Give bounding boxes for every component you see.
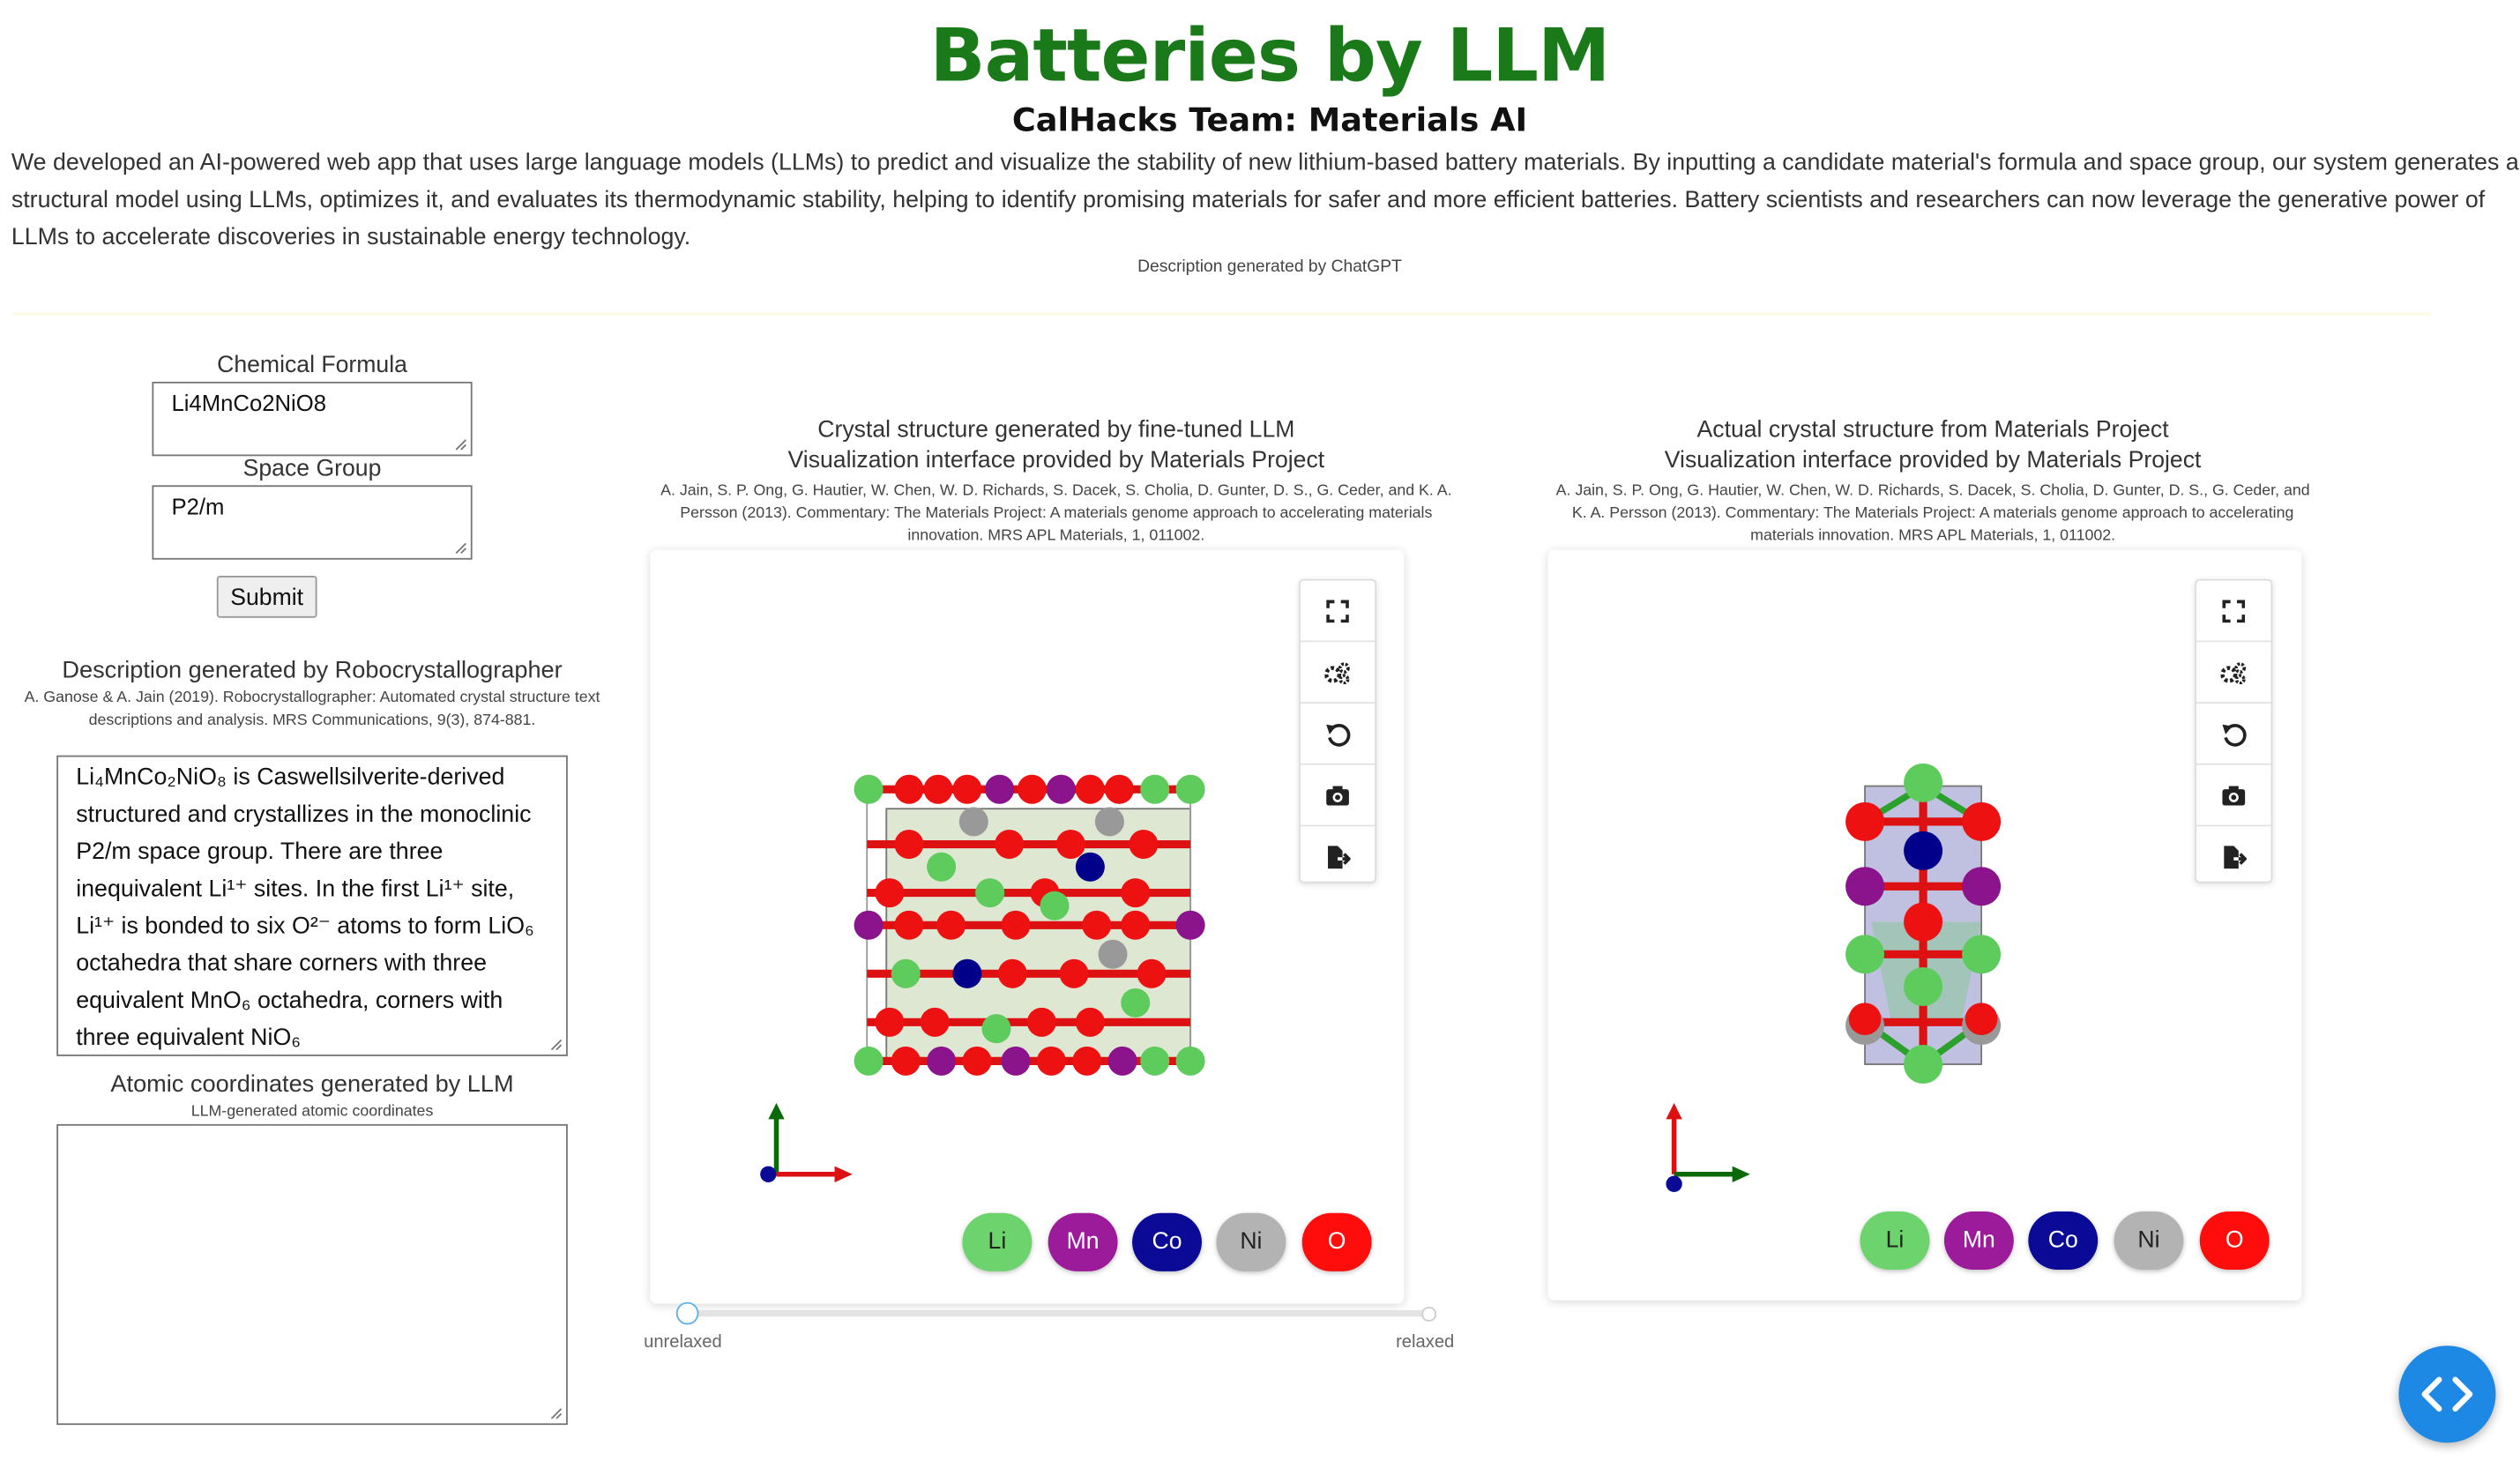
view-source-button[interactable]: [2398, 1346, 2496, 1443]
legend-label: Ni: [2137, 1227, 2160, 1254]
coords-textarea[interactable]: [56, 1123, 568, 1426]
legend-li-button[interactable]: Li: [1860, 1211, 1930, 1271]
screenshot-button[interactable]: [2196, 765, 2271, 827]
reset-icon: [1326, 723, 1351, 746]
spacegroup-label: Space Group: [242, 456, 382, 482]
legend-label: Mn: [1962, 1227, 1995, 1254]
team-subtitle: CalHacks Team: Materials AI: [1011, 100, 1528, 139]
reset-view-button[interactable]: [1300, 704, 1376, 765]
left-crystal-structure[interactable]: [650, 550, 1404, 1304]
spacegroup-input[interactable]: P2/m: [152, 485, 473, 560]
right-viewer-subtitle: Visualization interface provided by Mate…: [1664, 448, 2202, 474]
formula-input[interactable]: Li4MnCo2NiO8: [152, 381, 473, 457]
coords-title: Atomic coordinates generated by LLM: [110, 1072, 514, 1099]
resize-handle-icon[interactable]: [454, 438, 467, 451]
legend-mn-button[interactable]: Mn: [1943, 1211, 2014, 1271]
intro-paragraph: We developed an AI-powered web app that …: [11, 150, 2519, 251]
formula-label: Chemical Formula: [217, 352, 407, 379]
left-viewer-title: Crystal structure generated by fine-tune…: [817, 417, 1295, 444]
legend-label: Li: [1885, 1227, 1905, 1254]
divider: [12, 312, 2432, 316]
right-viewer-toolbar: [2195, 578, 2273, 886]
legend-label: O: [1327, 1229, 1346, 1256]
right-viewer-title: Actual crystal structure from Materials …: [1696, 417, 2169, 444]
right-crystal-structure[interactable]: [1548, 550, 2302, 1301]
settings-button[interactable]: [2196, 642, 2271, 704]
legend-o-button[interactable]: O: [2199, 1211, 2270, 1271]
reset-view-button[interactable]: [2196, 704, 2271, 765]
left-viewer-toolbar: [1299, 578, 1377, 886]
code-icon: [2421, 1376, 2473, 1412]
settings-icon: [1324, 661, 1350, 684]
description-citation: A. Ganose & A. Jain (2019). Robocrystall…: [24, 689, 600, 730]
settings-icon: [2220, 661, 2247, 684]
description-title: Description generated by Robocrystallogr…: [62, 658, 563, 684]
resize-handle-icon[interactable]: [454, 542, 467, 555]
resize-handle-icon[interactable]: [550, 1407, 563, 1420]
axis-gizmo: [1666, 1103, 1750, 1192]
left-viewer-citation: A. Jain, S. P. Ong, G. Hautier, W. Chen,…: [660, 481, 1452, 546]
camera-icon: [2222, 785, 2246, 805]
legend-label: Co: [1152, 1229, 1182, 1256]
settings-button[interactable]: [1300, 642, 1376, 704]
fullscreen-button[interactable]: [1300, 581, 1376, 643]
legend-label: Co: [2047, 1227, 2078, 1254]
legend-co-button[interactable]: Co: [2028, 1211, 2099, 1271]
axis-gizmo: [760, 1103, 853, 1182]
legend-label: Ni: [1240, 1229, 1263, 1256]
description-text: Li₄MnCo₂NiO₈ is Caswellsilverite-derived…: [76, 764, 534, 1052]
export-icon: [1328, 845, 1351, 868]
legend-li-button[interactable]: Li: [962, 1212, 1033, 1271]
fullscreen-icon: [2222, 599, 2246, 622]
legend-label: Mn: [1066, 1229, 1100, 1256]
camera-icon: [1326, 785, 1349, 805]
legend-ni-button[interactable]: Ni: [1216, 1212, 1286, 1271]
screenshot-button[interactable]: [1300, 765, 1376, 827]
export-icon: [2224, 845, 2247, 868]
export-button[interactable]: [1301, 826, 1375, 886]
relax-slider-handle[interactable]: [675, 1301, 699, 1325]
resize-handle-icon[interactable]: [550, 1039, 563, 1052]
fullscreen-icon: [1326, 599, 1349, 622]
legend-co-button[interactable]: Co: [1132, 1212, 1202, 1271]
legend-ni-button[interactable]: Ni: [2114, 1211, 2184, 1271]
spacegroup-value: P2/m: [171, 493, 225, 519]
legend-label: O: [2225, 1227, 2244, 1254]
page-title: Batteries by LLM: [929, 12, 1611, 99]
left-viewer-subtitle: Visualization interface provided by Mate…: [787, 448, 1325, 474]
relax-slider-track[interactable]: [685, 1309, 1430, 1317]
fullscreen-button[interactable]: [2196, 581, 2271, 643]
legend-label: Li: [988, 1229, 1007, 1256]
left-structure-viewer[interactable]: Li Mn Co Ni O: [650, 549, 1405, 1304]
legend-o-button[interactable]: O: [1301, 1212, 1372, 1271]
reset-icon: [2222, 723, 2247, 746]
coords-subtitle: LLM-generated atomic coordinates: [190, 1103, 434, 1122]
relax-slider-end-dot: [1421, 1307, 1436, 1322]
intro-credit: Description generated by ChatGPT: [1137, 257, 1402, 277]
slider-label-relaxed: relaxed: [1396, 1332, 1455, 1353]
submit-button[interactable]: Submit: [216, 576, 317, 618]
legend-mn-button[interactable]: Mn: [1048, 1212, 1118, 1271]
slider-label-unrelaxed: unrelaxed: [644, 1332, 722, 1353]
description-textarea[interactable]: Li₄MnCo₂NiO₈ is Caswellsilverite-derived…: [56, 755, 568, 1056]
right-viewer-citation: A. Jain, S. P. Ong, G. Hautier, W. Chen,…: [1555, 481, 2310, 546]
right-structure-viewer[interactable]: Li Mn Co Ni O: [1547, 549, 2302, 1301]
formula-value: Li4MnCo2NiO8: [171, 390, 327, 416]
export-button[interactable]: [2196, 826, 2270, 886]
